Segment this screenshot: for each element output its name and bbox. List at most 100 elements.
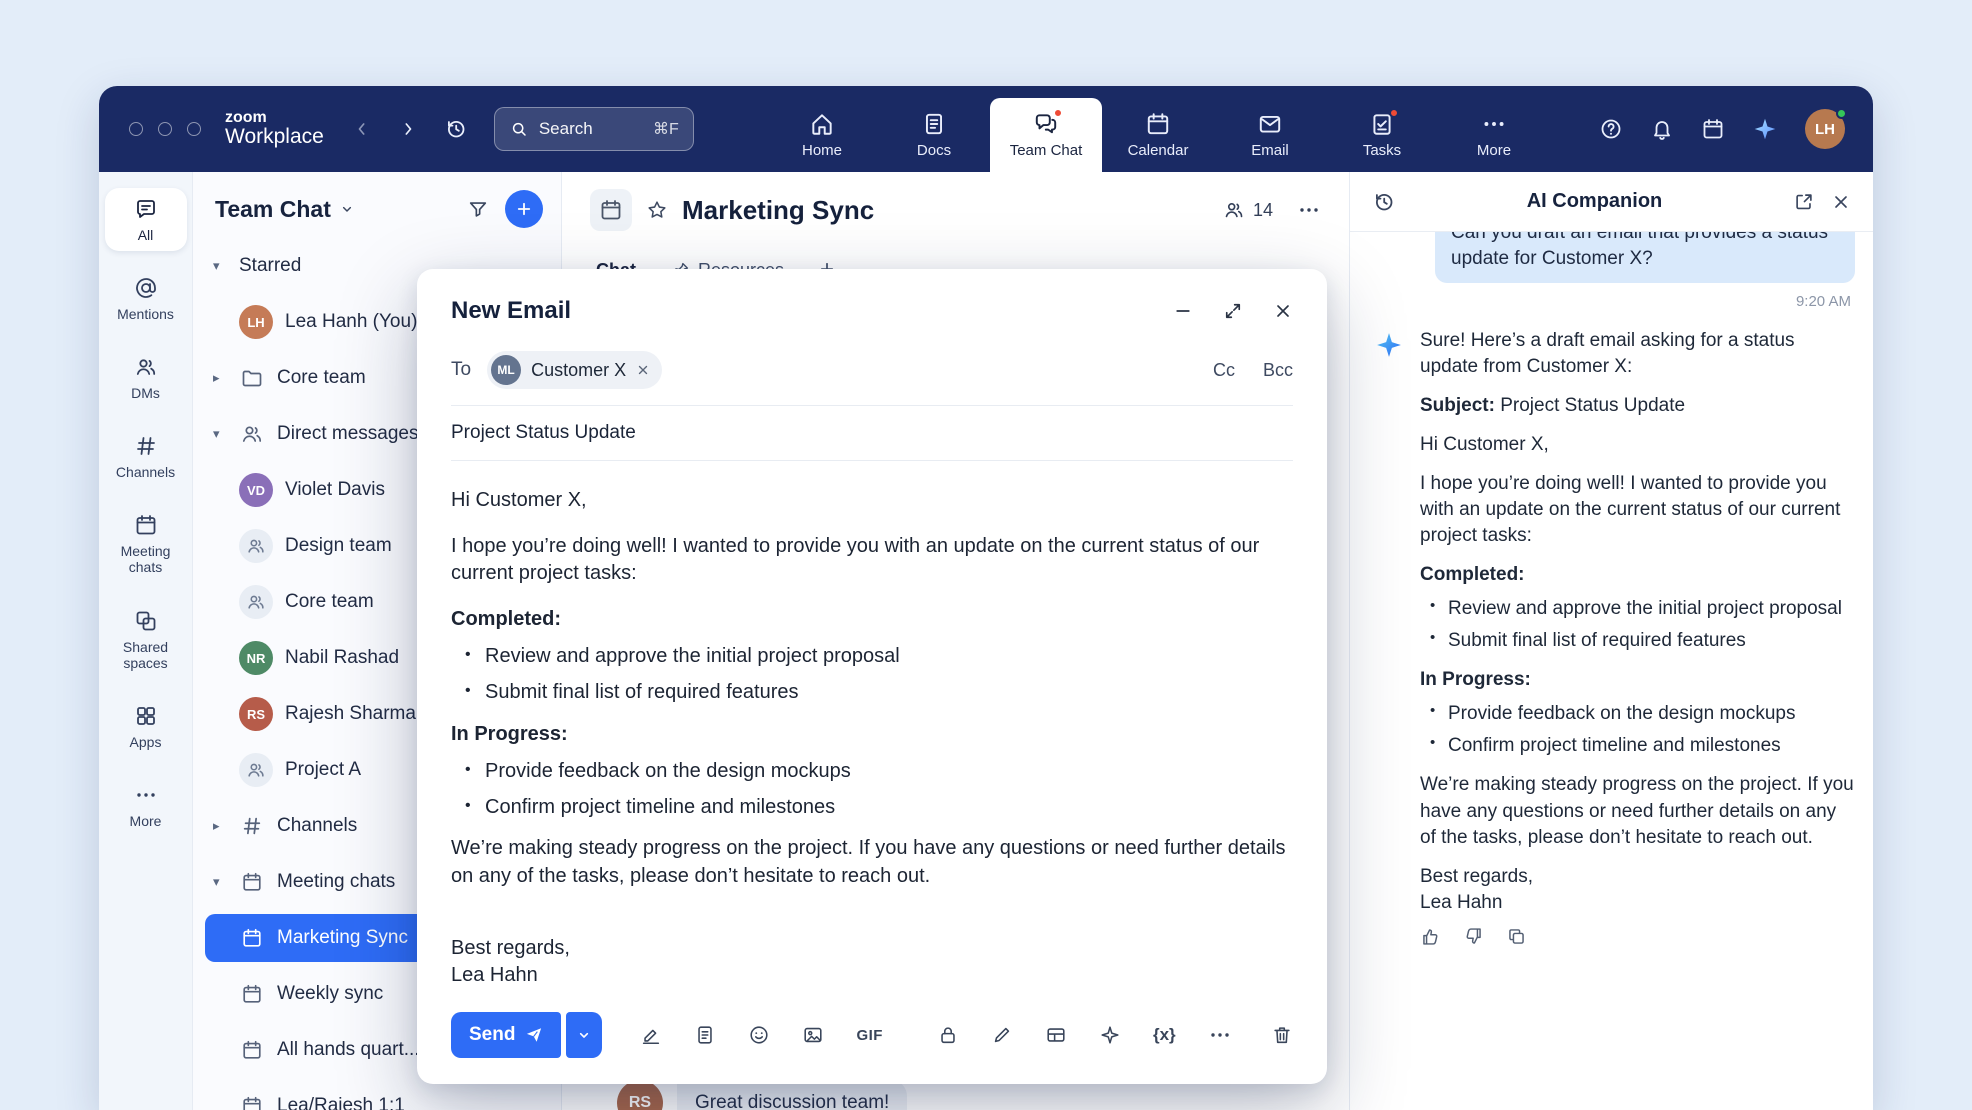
user-avatar[interactable]: LH bbox=[1805, 109, 1845, 149]
nav-email[interactable]: Email bbox=[1214, 98, 1326, 172]
chat-list-title: Team Chat bbox=[215, 196, 331, 223]
nav-home[interactable]: Home bbox=[766, 98, 878, 172]
search-placeholder: Search bbox=[539, 119, 643, 139]
history-button[interactable] bbox=[444, 117, 468, 141]
cc-button[interactable]: Cc bbox=[1213, 360, 1235, 381]
new-chat-button[interactable] bbox=[505, 190, 543, 228]
thumbs-down-icon[interactable] bbox=[1463, 926, 1484, 947]
search-input[interactable]: Search ⌘F bbox=[494, 107, 694, 151]
rail-item-apps[interactable]: Apps bbox=[105, 695, 187, 758]
email-body-editor[interactable]: Hi Customer X, I hope you’re doing well!… bbox=[417, 461, 1327, 996]
favorite-star-icon[interactable] bbox=[646, 199, 668, 221]
signature-pencil-icon[interactable] bbox=[991, 1024, 1013, 1046]
history-navigation bbox=[352, 117, 468, 141]
rail-item-dms[interactable]: DMs bbox=[105, 346, 187, 409]
email-closing: We’re making steady progress on the proj… bbox=[451, 835, 1293, 890]
window-close-button[interactable] bbox=[129, 122, 143, 136]
ai-sparkle-icon[interactable] bbox=[1099, 1024, 1121, 1046]
minimize-icon[interactable] bbox=[1173, 301, 1193, 321]
team-icon bbox=[239, 529, 273, 563]
emoji-icon[interactable] bbox=[748, 1024, 770, 1046]
subject-field[interactable]: Project Status Update bbox=[451, 406, 1293, 461]
window-zoom-button[interactable] bbox=[187, 122, 201, 136]
email-signature-block: Best regards, Lea Hahn bbox=[451, 935, 1293, 990]
forward-button[interactable] bbox=[398, 119, 418, 139]
rail-item-meeting-chats[interactable]: Meeting chats bbox=[105, 504, 187, 583]
notifications-bell-icon[interactable] bbox=[1650, 117, 1674, 141]
logo-zoom-text: zoom bbox=[225, 109, 324, 126]
expand-icon[interactable] bbox=[1223, 301, 1243, 321]
template-layout-icon[interactable] bbox=[1045, 1024, 1067, 1046]
chevron-expanded-icon: ▾ bbox=[213, 426, 227, 442]
recipient-chip[interactable]: ML Customer X bbox=[487, 351, 662, 389]
chat-item-label: Lea Hanh (You) bbox=[285, 311, 417, 333]
bcc-button[interactable]: Bcc bbox=[1263, 360, 1293, 381]
back-button[interactable] bbox=[352, 119, 372, 139]
history-icon[interactable] bbox=[1372, 190, 1396, 214]
logo-workplace-text: Workplace bbox=[225, 126, 324, 149]
filter-icon[interactable] bbox=[467, 198, 489, 220]
members-count-button[interactable]: 14 bbox=[1223, 199, 1273, 221]
remove-recipient-icon[interactable] bbox=[636, 363, 650, 377]
nav-tasks[interactable]: Tasks bbox=[1326, 98, 1438, 172]
avatar: RS bbox=[239, 697, 273, 731]
copy-icon[interactable] bbox=[1506, 926, 1527, 947]
ai-signoff: Best regards, bbox=[1420, 864, 1855, 890]
email-in-progress-label: In Progress: bbox=[451, 721, 1293, 749]
variables-icon[interactable]: {x} bbox=[1153, 1025, 1176, 1045]
chat-message-row: RS Great discussion team! bbox=[617, 1080, 907, 1110]
rail-item-more[interactable]: More bbox=[105, 774, 187, 837]
to-label: To bbox=[451, 359, 471, 381]
channel-more-button[interactable] bbox=[1297, 198, 1321, 222]
chat-item-label: Project A bbox=[285, 759, 361, 781]
trash-icon[interactable] bbox=[1271, 1024, 1293, 1046]
nav-docs[interactable]: Docs bbox=[878, 98, 990, 172]
close-icon[interactable] bbox=[1273, 301, 1293, 321]
image-icon[interactable] bbox=[802, 1024, 824, 1046]
send-options-button[interactable] bbox=[566, 1012, 602, 1058]
calendar-tray-icon[interactable] bbox=[1701, 117, 1725, 141]
nav-calendar[interactable]: Calendar bbox=[1102, 98, 1214, 172]
format-pen-icon[interactable] bbox=[640, 1024, 662, 1046]
rail-item-all[interactable]: All bbox=[105, 188, 187, 251]
rail-channels-label: Channels bbox=[116, 464, 175, 480]
chat-item-label: All hands quart... bbox=[277, 1039, 420, 1061]
window-controls bbox=[129, 122, 201, 136]
calendar-icon bbox=[239, 869, 265, 895]
send-button[interactable]: Send bbox=[451, 1012, 561, 1058]
nav-more[interactable]: More bbox=[1438, 98, 1550, 172]
ai-panel-title: AI Companion bbox=[1412, 190, 1777, 213]
chat-item-label: Violet Davis bbox=[285, 479, 385, 501]
more-tools-icon[interactable] bbox=[1208, 1023, 1232, 1047]
recipient-row: To ML Customer X Cc Bcc bbox=[451, 343, 1293, 406]
ai-companion-icon[interactable] bbox=[1752, 116, 1778, 142]
chevron-down-icon[interactable] bbox=[339, 201, 355, 217]
send-button-label: Send bbox=[469, 1024, 515, 1046]
gif-icon[interactable]: GIF bbox=[856, 1027, 883, 1044]
popout-icon[interactable] bbox=[1793, 191, 1815, 213]
primary-nav: Home Docs Team Chat Calendar bbox=[766, 86, 1550, 172]
compose-toolbar: Send GIF bbox=[417, 996, 1327, 1084]
thumbs-up-icon[interactable] bbox=[1420, 926, 1441, 947]
nav-more-label: More bbox=[1477, 142, 1511, 159]
help-icon[interactable] bbox=[1599, 117, 1623, 141]
rail-item-shared-spaces[interactable]: Shared spaces bbox=[105, 600, 187, 679]
attach-file-icon[interactable] bbox=[694, 1024, 716, 1046]
cc-bcc-controls: Cc Bcc bbox=[1213, 360, 1293, 381]
nav-team-chat[interactable]: Team Chat bbox=[990, 98, 1102, 172]
close-icon[interactable] bbox=[1831, 192, 1851, 212]
list-item: Review and approve the initial project p… bbox=[1426, 596, 1855, 622]
window-minimize-button[interactable] bbox=[158, 122, 172, 136]
rail-item-channels[interactable]: Channels bbox=[105, 425, 187, 488]
rail-item-mentions[interactable]: Mentions bbox=[105, 267, 187, 330]
encrypt-lock-icon[interactable] bbox=[937, 1024, 959, 1046]
dms-people-icon bbox=[134, 355, 158, 379]
ai-subject-line: Subject: Project Status Update bbox=[1420, 393, 1855, 419]
team-chat-icon bbox=[1033, 111, 1059, 137]
search-icon bbox=[509, 119, 529, 139]
modal-header: New Email bbox=[417, 269, 1327, 343]
list-item: Review and approve the initial project p… bbox=[461, 643, 1293, 671]
ai-response: Sure! Here’s a draft email asking for a … bbox=[1374, 328, 1855, 946]
group-meeting-chats-label: Meeting chats bbox=[277, 871, 395, 893]
email-greeting: Hi Customer X, bbox=[451, 487, 1293, 515]
